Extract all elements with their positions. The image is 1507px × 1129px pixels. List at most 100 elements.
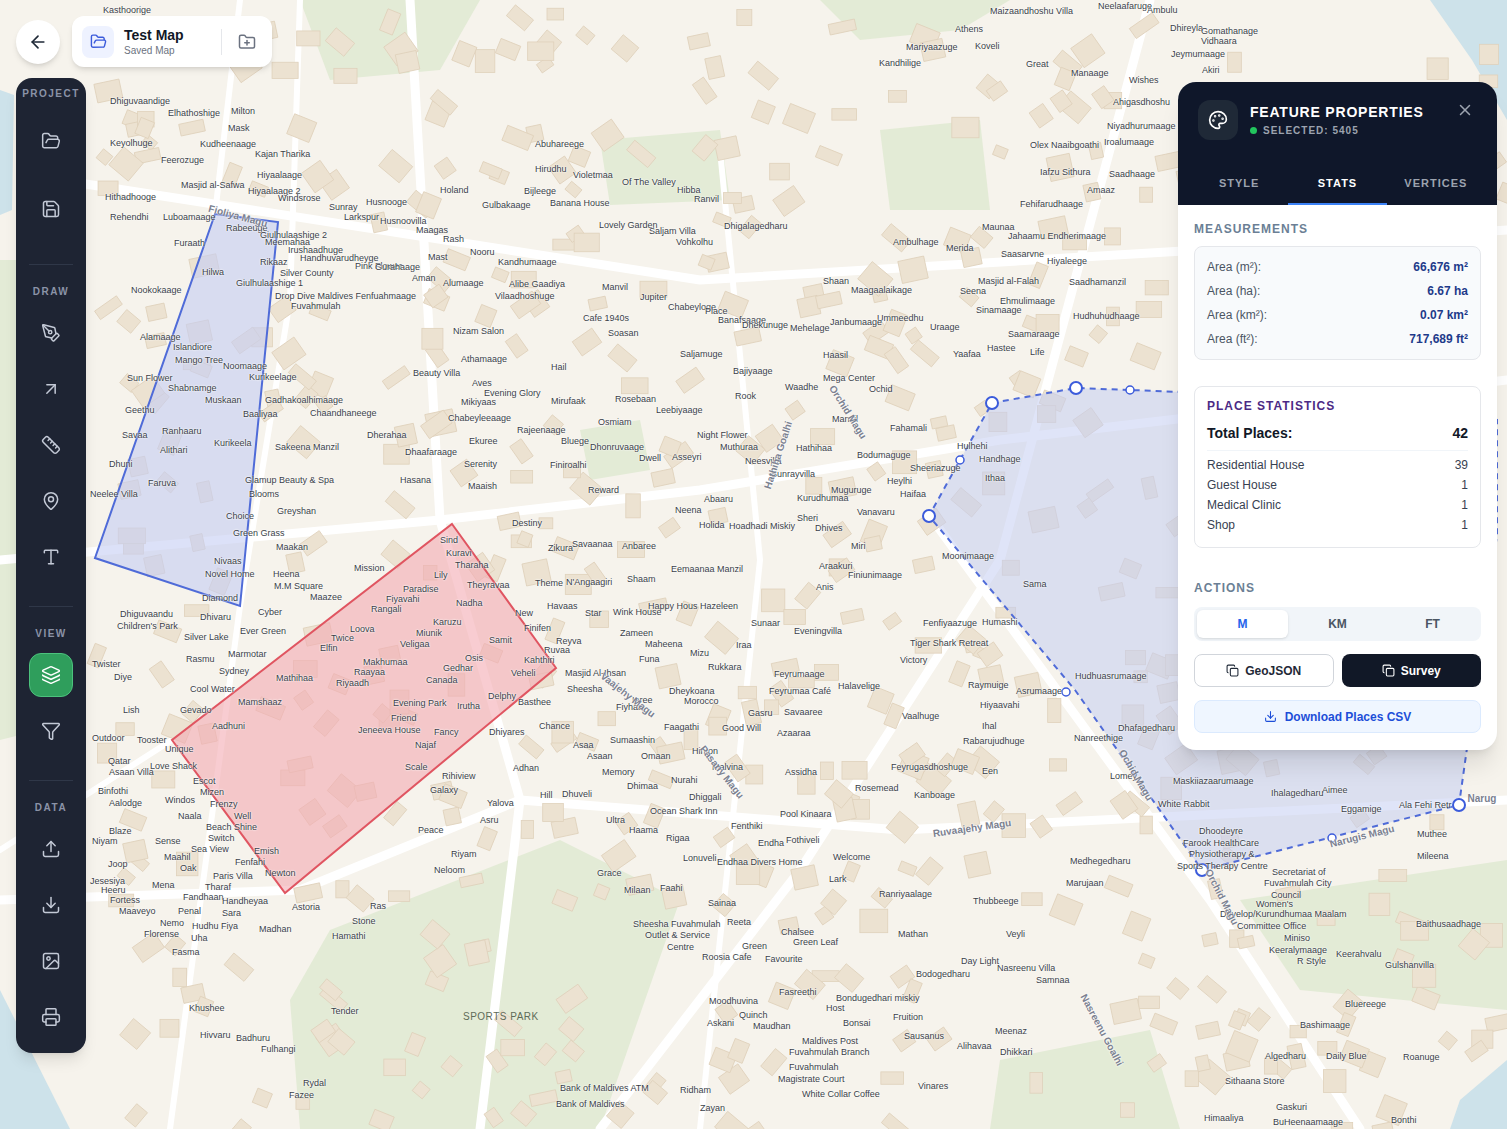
map-label: Heeru (101, 885, 126, 895)
save-button[interactable] (29, 187, 73, 231)
toolbar-section: VIEW (16, 585, 86, 759)
map-label: Fiyavahi (386, 594, 420, 604)
toolbar-section: PROJECT (16, 88, 86, 243)
map-label: Mizu (690, 648, 709, 658)
map-label: Fenthiki (731, 821, 763, 831)
map-label: Kudheenaage (200, 139, 256, 149)
map-label: Cyber (258, 607, 282, 617)
pin-button[interactable] (29, 479, 73, 523)
map-label: Heena (273, 569, 300, 579)
map-label: Yaafaa (953, 349, 981, 359)
map-label: Maheena (645, 639, 683, 649)
map-label: Gedhar (443, 663, 473, 673)
panel-tab[interactable]: VERTICES (1387, 164, 1485, 205)
water (0, 0, 1507, 1129)
map-label: Sun Flower (127, 373, 173, 383)
section-label: PROJECT (22, 88, 80, 100)
map-label: Elhathoshige (168, 108, 220, 118)
filter-button[interactable] (29, 709, 73, 753)
park-areas (0, 0, 1507, 1129)
map-label: Asaan (587, 751, 613, 761)
map-label: Muthee (1417, 829, 1447, 839)
map-label: Night Flower (697, 430, 748, 440)
close-button[interactable] (1453, 98, 1477, 122)
upload-button[interactable] (29, 827, 73, 871)
map-label: Welcome (833, 852, 870, 862)
text-button[interactable] (29, 535, 73, 579)
map-label: Hiyaavahi (980, 700, 1020, 710)
map-label: Athamaage (461, 354, 507, 364)
map-label: Endhaa Divers Home (717, 857, 803, 867)
open-button[interactable] (29, 119, 73, 163)
map-label: Rikaaz (260, 257, 288, 267)
map-label: Rosemead (855, 783, 899, 793)
survey-button[interactable]: Survey (1342, 654, 1482, 687)
map-label: Dhuni (109, 459, 133, 469)
map-label: Samit (489, 635, 512, 645)
unit-option[interactable]: M (1197, 610, 1288, 638)
map-label: Thubbeege (973, 896, 1019, 906)
image-button[interactable] (29, 939, 73, 983)
back-button[interactable] (16, 20, 60, 64)
map-label: Saljamuge (680, 349, 723, 359)
measurements-label: MEASUREMENTS (1194, 222, 1481, 236)
map-label: Eggamige (1341, 804, 1382, 814)
map-label: Iafzu Sithura (1040, 167, 1091, 177)
map-label: Faagathi (664, 722, 699, 732)
map-label: Ocean Shark Inn (650, 806, 718, 816)
section-label: VIEW (35, 628, 67, 640)
measure-button[interactable] (29, 423, 73, 467)
map-label: Hill (540, 790, 553, 800)
panel-tab[interactable]: STYLE (1190, 164, 1288, 205)
map-label: Bodumaguge (857, 450, 911, 460)
map-label: Good Will (722, 723, 761, 733)
left-blue-polygon[interactable] (95, 214, 278, 606)
map-label: Samnaa (1036, 975, 1070, 985)
map-label: Theyravaa (467, 580, 510, 590)
map-label: Fancy (434, 727, 459, 737)
folder-icon (82, 26, 114, 58)
map-label: Funa (639, 654, 660, 664)
map-label: Nurahi (671, 775, 698, 785)
panel-tab[interactable]: STATS (1288, 164, 1386, 205)
download-button[interactable] (29, 883, 73, 927)
map-label: Kasthoorige (103, 5, 151, 15)
geojson-button[interactable]: GeoJSON (1194, 654, 1334, 687)
map-label: Committee Office (1237, 921, 1306, 931)
section-label: DRAW (33, 286, 70, 298)
map-label: Kandhilige (879, 58, 921, 68)
place-statistics-label: PLACE STATISTICS (1207, 399, 1468, 413)
arrow-button[interactable] (29, 367, 73, 411)
map-label: Qatar (108, 756, 131, 766)
map-label: Feerozuge (161, 155, 204, 165)
print-button[interactable] (29, 995, 73, 1039)
map-label: Neloom (434, 865, 465, 875)
measure-icon (41, 435, 61, 455)
place-type-row: Medical Clinic1 (1207, 495, 1468, 515)
unit-option[interactable]: FT (1387, 610, 1478, 638)
map-label: Kandhumaage (498, 257, 557, 267)
draw-button[interactable] (29, 311, 73, 355)
map-label: Dhiguvaandu (120, 609, 173, 619)
map-label: Niyam (92, 836, 118, 846)
map-label: Sports Therapy Centre (1177, 861, 1268, 871)
map-label: Council (1271, 890, 1301, 900)
download-csv-button[interactable]: Download Places CSV (1194, 700, 1481, 733)
map-label: Aves (472, 378, 492, 388)
layers-button[interactable] (29, 653, 73, 697)
unit-option[interactable]: KM (1292, 610, 1383, 638)
new-folder-button[interactable] (232, 27, 262, 57)
map-label: Jahaamu Endherimaage (1008, 231, 1106, 241)
red-polygon[interactable] (172, 524, 556, 893)
map-label: Gulbakaage (482, 200, 531, 210)
map-label: Green Leaf (793, 937, 838, 947)
copy-icon (1382, 664, 1395, 677)
map-label: Rasmu (186, 654, 215, 664)
map-label: Alithari (160, 445, 188, 455)
map-label: Hastee (987, 343, 1016, 353)
map-label: Diamond (202, 593, 238, 603)
street-label: Nasreenu Goalhi (1078, 992, 1125, 1067)
filter-icon (41, 721, 61, 741)
map-label: Maizaandhoshu Villa (990, 6, 1073, 16)
map-label: Maaveyo (119, 906, 156, 916)
